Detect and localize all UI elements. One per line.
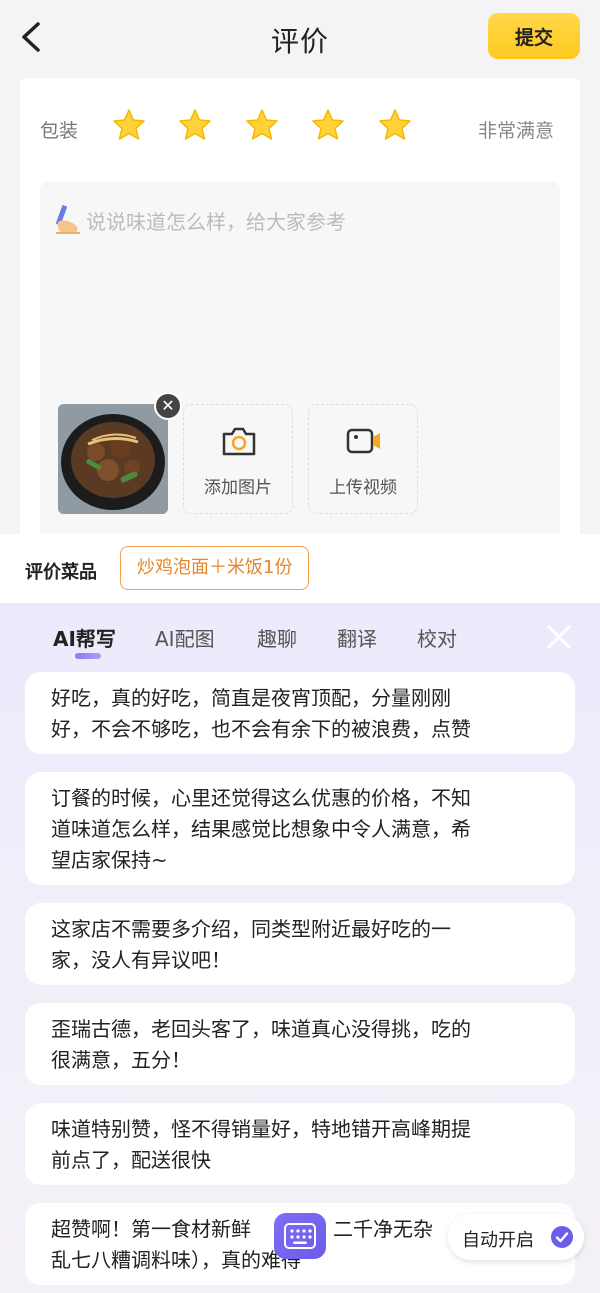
- suggestion-line: 歪瑞古德，老回头客了，味道真心没得挑，吃的: [51, 1017, 471, 1041]
- suggestion-line: 味道特别赞，怪不得销量好，特地错开高峰期提: [51, 1117, 471, 1141]
- suggestion-line: 道味道怎么样，结果感觉比想象中令人满意，希: [51, 817, 471, 841]
- remove-photo-icon[interactable]: ✕: [154, 392, 182, 420]
- rating-label: 包装: [40, 120, 79, 142]
- tab-proofread[interactable]: 校对: [417, 623, 457, 652]
- suggestion-card[interactable]: 订餐的时候，心里还觉得这么优惠的价格，不知 道味道怎么样，结果感觉比想象中令人满…: [25, 772, 575, 885]
- suggestion-line: 家，没人有异议吧！: [51, 948, 231, 972]
- auto-open-toggle[interactable]: 自动开启: [448, 1214, 584, 1260]
- star-5-icon[interactable]: [378, 108, 412, 142]
- suggestion-line: 好吃，真的好吃，简直是夜宵顶配，分量刚刚: [51, 686, 451, 710]
- video-camera-icon: [346, 428, 380, 454]
- suggestion-card[interactable]: 味道特别赞，怪不得销量好，特地错开高峰期提 前点了，配送很快: [25, 1103, 575, 1185]
- upload-video-button[interactable]: 上传视频: [308, 404, 418, 514]
- submit-button[interactable]: 提交: [488, 13, 580, 59]
- dish-row: 评价菜品 炒鸡泡面＋米饭1份: [0, 534, 600, 604]
- suggestion-line: 很满意，五分！: [51, 1048, 191, 1072]
- rating-text: 非常满意: [477, 120, 554, 142]
- dish-chip[interactable]: 炒鸡泡面＋米饭1份: [120, 546, 310, 590]
- suggestion-card[interactable]: 歪瑞古德，老回头客了，味道真心没得挑，吃的 很满意，五分！: [25, 1003, 575, 1085]
- auto-open-label: 自动开启: [462, 1230, 534, 1251]
- review-textarea[interactable]: 说说味道怎么样，给大家参考 ✕ 添加图片 上传视频: [40, 182, 560, 542]
- close-icon[interactable]: [545, 623, 573, 651]
- star-1-icon[interactable]: [112, 108, 146, 142]
- star-2-icon[interactable]: [178, 108, 212, 142]
- packaging-rating-row: 包装 非常满意: [40, 108, 560, 148]
- writing-hand-icon: [55, 205, 80, 234]
- suggestion-card[interactable]: 这家店不需要多介绍，同类型附近最好吃的一 家，没人有异议吧！: [25, 903, 575, 985]
- header-bar: 评价 提交: [0, 0, 600, 78]
- tab-ai-write[interactable]: AI帮写: [53, 623, 116, 652]
- suggestion-card[interactable]: 好吃，真的好吃，简直是夜宵顶配，分量刚刚 好，不会不够吃，也不会有余下的被浪费，…: [25, 672, 575, 754]
- suggestion-line: 订餐的时候，心里还觉得这么优惠的价格，不知: [51, 786, 471, 810]
- review-placeholder: 说说味道怎么样，给大家参考: [86, 210, 346, 234]
- upload-video-label: 上传视频: [329, 478, 397, 498]
- suggestion-fragment: 超赞啊！第一食材新鲜: [51, 1217, 251, 1241]
- suggestion-line: 这家店不需要多介绍，同类型附近最好吃的一: [51, 917, 451, 941]
- suggestion-line: 前点了，配送很快: [51, 1148, 211, 1172]
- checkmark-icon: [551, 1226, 573, 1248]
- tab-translate[interactable]: 翻译: [337, 623, 377, 652]
- star-4-icon[interactable]: [311, 108, 345, 142]
- add-photo-label: 添加图片: [204, 478, 272, 498]
- suggestion-fragment: 二千净无杂: [333, 1217, 433, 1241]
- suggestion-line: 好，不会不够吃，也不会有余下的被浪费，点赞: [51, 717, 471, 741]
- star-3-icon[interactable]: [245, 108, 279, 142]
- review-card: 包装 非常满意 说说味道怎么样，给大家参考 ✕ 添加图片 上传视频: [20, 78, 580, 548]
- suggestion-line: 望店家保持~: [51, 848, 168, 872]
- add-photo-button[interactable]: 添加图片: [183, 404, 293, 514]
- uploaded-food-photo[interactable]: [58, 404, 168, 514]
- keyboard-icon: [284, 1223, 316, 1249]
- dish-label: 评价菜品: [25, 562, 97, 583]
- keyboard-button[interactable]: [274, 1213, 326, 1259]
- camera-icon: [222, 427, 256, 456]
- tab-ai-image[interactable]: AI配图: [155, 623, 215, 652]
- tab-fun-chat[interactable]: 趣聊: [257, 623, 297, 652]
- active-tab-indicator: [75, 653, 101, 659]
